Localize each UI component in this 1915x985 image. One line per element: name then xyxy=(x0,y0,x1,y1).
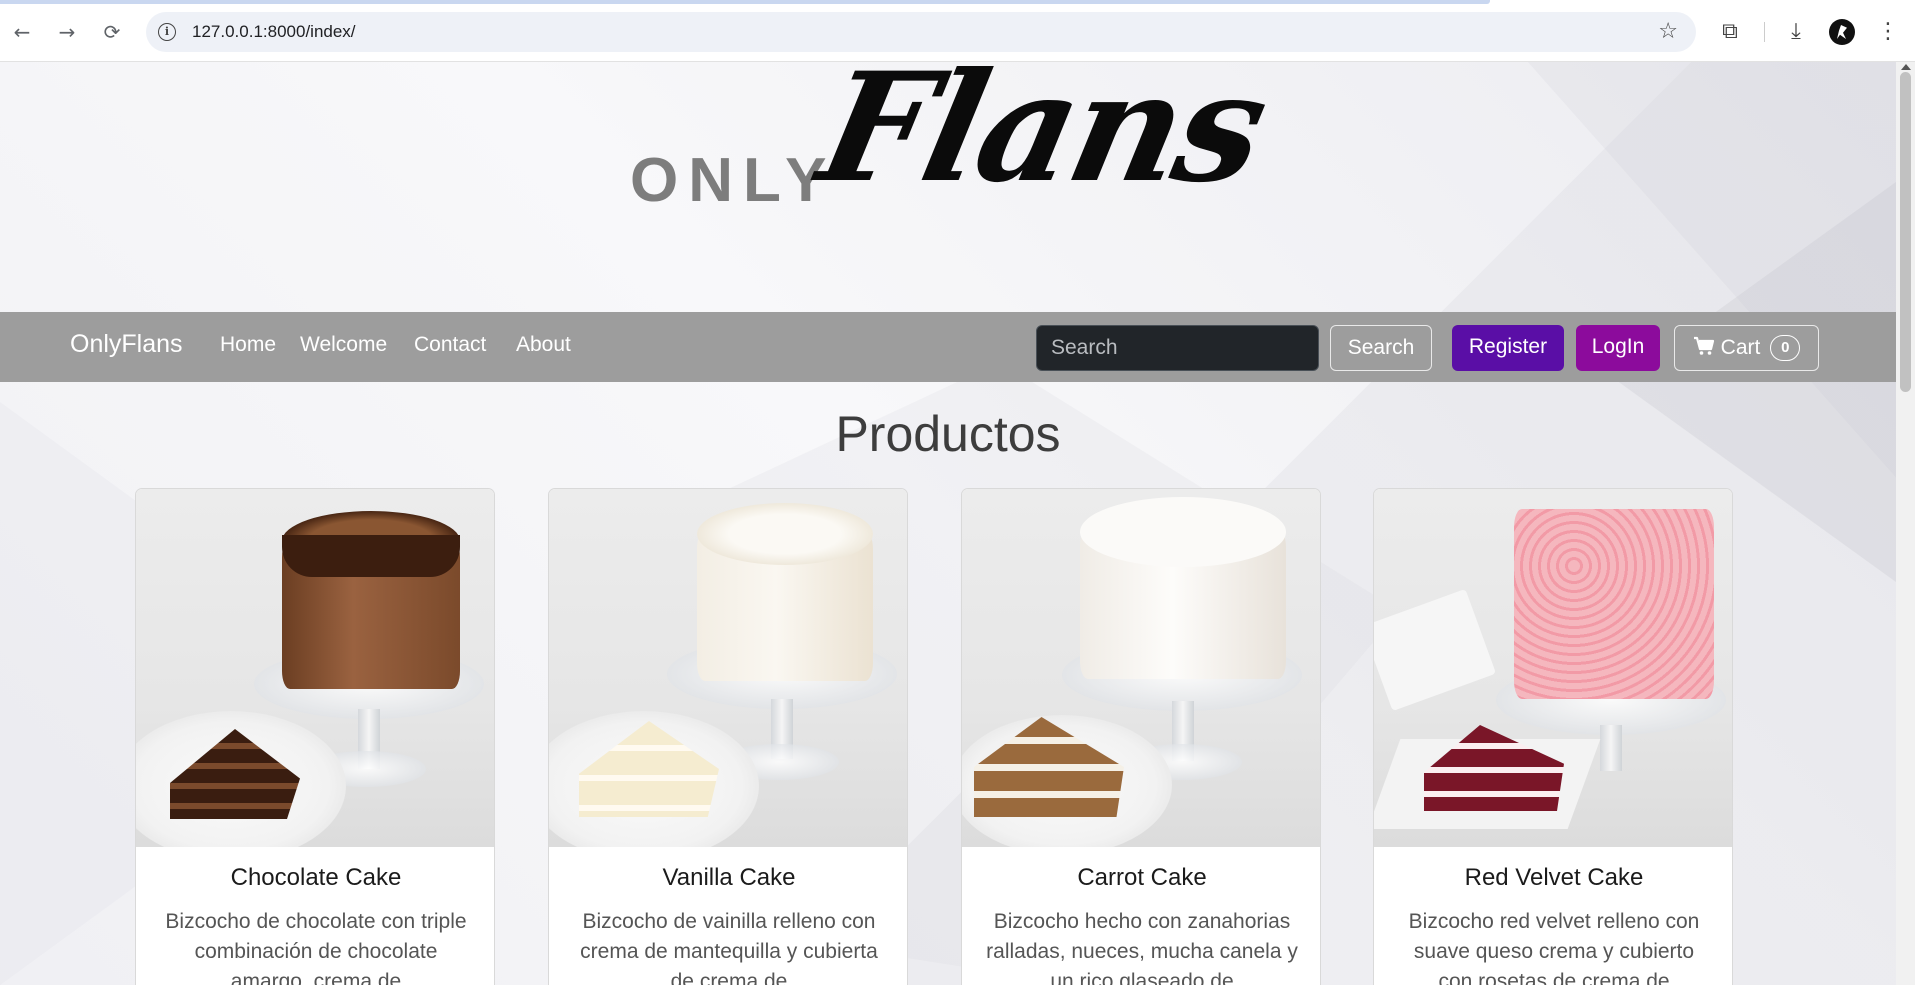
product-card[interactable]: Red Velvet Cake Bizcocho red velvet rell… xyxy=(1373,488,1733,985)
bookmark-star-icon[interactable]: ☆ xyxy=(1658,19,1678,44)
product-title[interactable]: Carrot Cake xyxy=(962,864,1320,892)
forward-icon[interactable]: → xyxy=(55,20,79,44)
nav-link-contact[interactable]: Contact xyxy=(414,333,486,357)
product-image-carrot-cake xyxy=(962,489,1320,847)
site-logo[interactable]: ONLY Flans xyxy=(630,30,1278,270)
product-image-chocolate-cake xyxy=(136,489,494,847)
product-image-red-velvet-cake xyxy=(1374,489,1732,847)
main-navbar: OnlyFlans Home Welcome Contact About Sea… xyxy=(0,312,1896,382)
menu-icon[interactable]: ⋮ xyxy=(1874,18,1902,46)
url-text: 127.0.0.1:8000/index/ xyxy=(192,22,356,41)
extensions-icon[interactable]: ⧉ xyxy=(1716,18,1744,46)
product-title[interactable]: Vanilla Cake xyxy=(549,864,907,892)
logo-only-text: ONLY xyxy=(630,146,837,215)
profile-avatar[interactable] xyxy=(1829,19,1855,45)
nav-link-home[interactable]: Home xyxy=(220,333,276,357)
cart-label: Cart xyxy=(1720,336,1761,359)
loading-bar xyxy=(0,0,1490,4)
nav-link-welcome[interactable]: Welcome xyxy=(300,333,387,357)
register-button[interactable]: Register xyxy=(1452,325,1564,371)
navbar-brand[interactable]: OnlyFlans xyxy=(70,330,183,359)
product-card[interactable]: Vanilla Cake Bizcocho de vainilla rellen… xyxy=(548,488,908,985)
product-description: Bizcocho de chocolate con triple combina… xyxy=(165,910,467,985)
cart-button[interactable]: Cart 0 xyxy=(1674,325,1819,371)
site-info-icon[interactable]: i xyxy=(158,23,176,41)
download-icon[interactable]: ⤓ xyxy=(1782,18,1810,46)
section-title: Productos xyxy=(835,406,1061,462)
toolbar-divider xyxy=(1764,22,1765,42)
back-icon[interactable]: ← xyxy=(10,20,34,44)
product-image-vanilla-cake xyxy=(549,489,907,847)
logo-flans-text: Flans xyxy=(806,40,1278,216)
product-description: Bizcocho de vainilla relleno con crema d… xyxy=(580,910,878,985)
product-card[interactable]: Chocolate Cake Bizcocho de chocolate con… xyxy=(135,488,495,985)
search-input[interactable] xyxy=(1036,325,1319,371)
product-description: Bizcocho hecho con zanahorias ralladas, … xyxy=(986,910,1298,985)
product-title[interactable]: Red Velvet Cake xyxy=(1374,864,1732,892)
reload-icon[interactable]: ⟳ xyxy=(100,20,124,44)
cart-icon xyxy=(1693,336,1714,355)
cart-count-badge: 0 xyxy=(1770,335,1801,361)
product-description: Bizcocho red velvet relleno con suave qu… xyxy=(1408,910,1700,985)
login-button[interactable]: LogIn xyxy=(1576,325,1660,371)
product-card[interactable]: Carrot Cake Bizcocho hecho con zanahoria… xyxy=(961,488,1321,985)
page-scrollbar[interactable] xyxy=(1896,62,1915,985)
scroll-up-arrow-icon[interactable] xyxy=(1901,64,1911,70)
nav-link-about[interactable]: About xyxy=(516,333,571,357)
scrollbar-thumb[interactable] xyxy=(1900,72,1911,392)
search-button[interactable]: Search xyxy=(1330,325,1432,371)
product-title[interactable]: Chocolate Cake xyxy=(136,864,494,892)
